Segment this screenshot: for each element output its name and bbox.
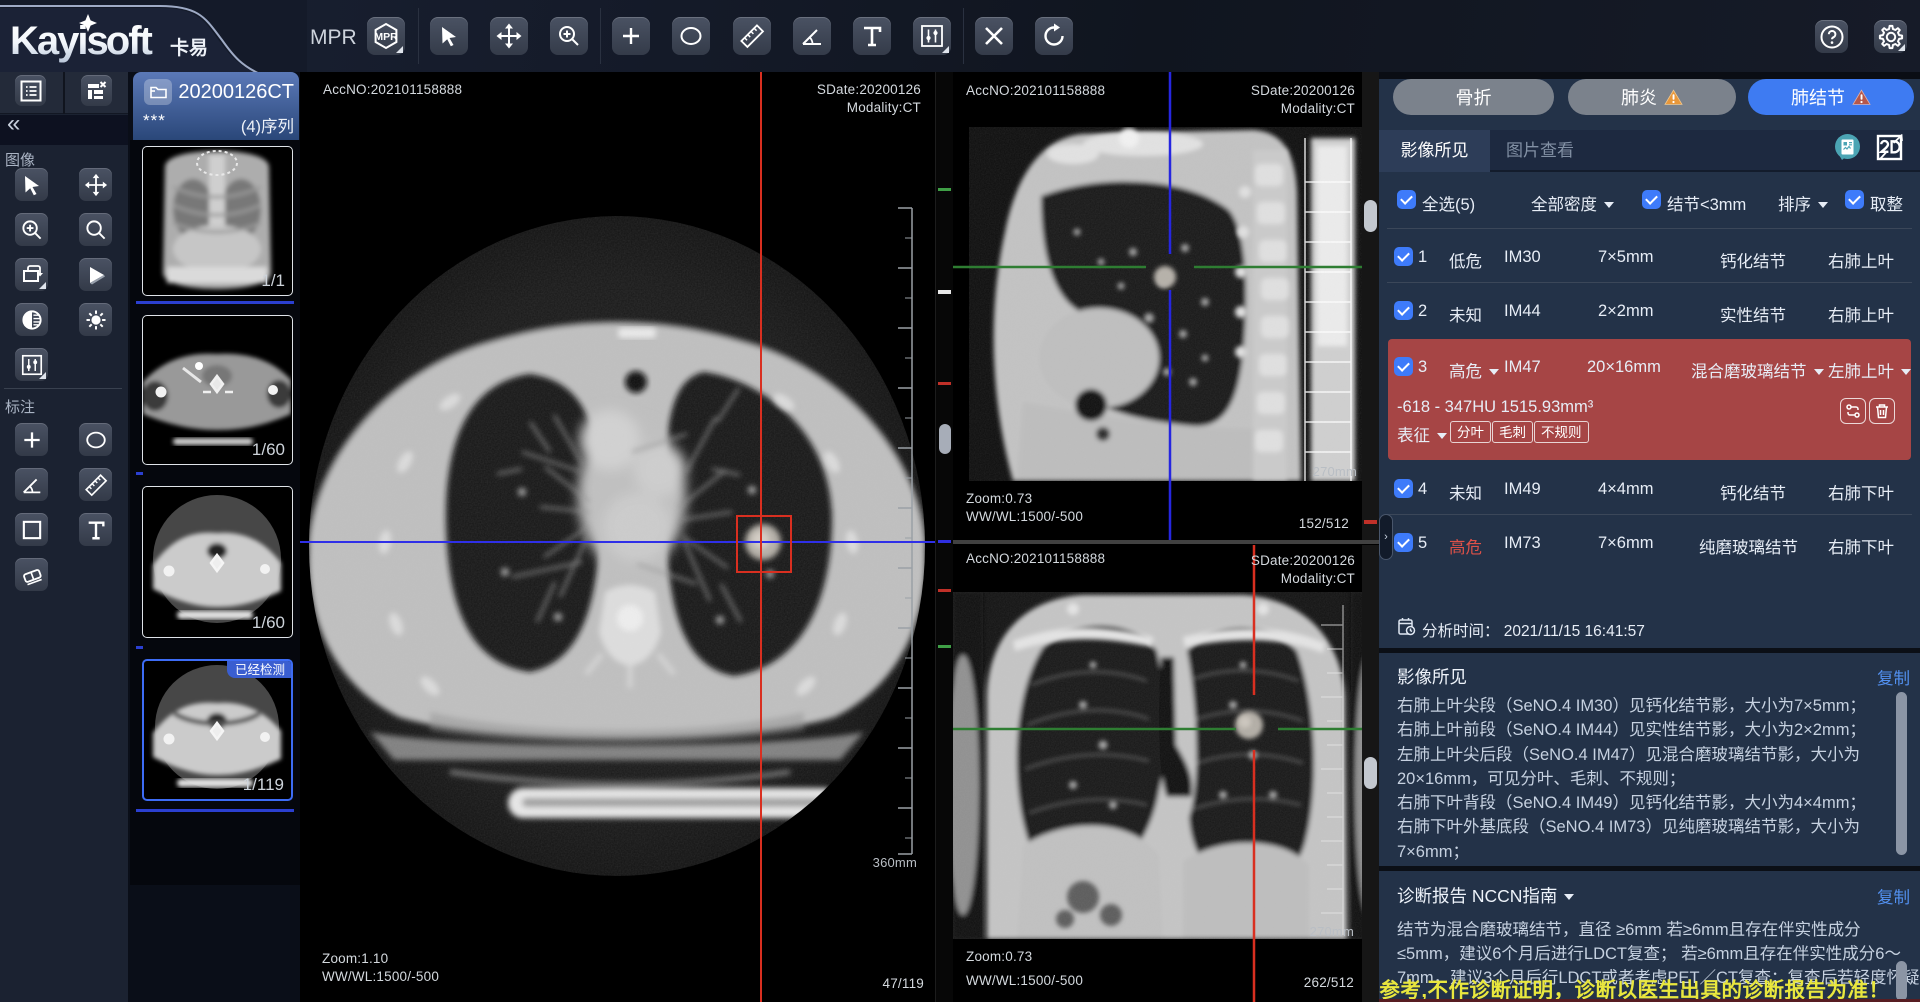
svg-text:MPR: MPR: [374, 31, 398, 43]
svg-text:卡易: 卡易: [170, 33, 208, 60]
svg-text:Kayisoft: Kayisoft: [10, 19, 153, 63]
